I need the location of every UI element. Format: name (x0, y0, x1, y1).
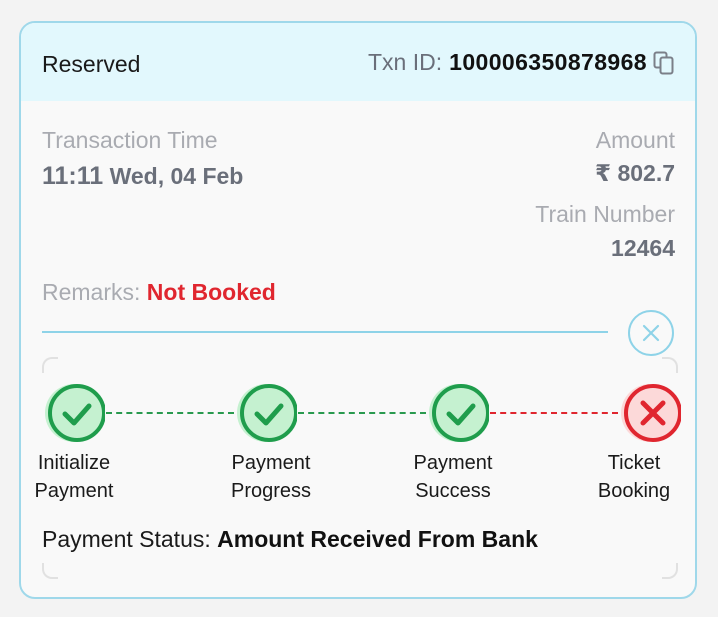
step-label-initialize-payment: Initialize Payment (34, 452, 114, 502)
copy-icon[interactable] (653, 51, 675, 75)
close-button[interactable] (628, 310, 674, 356)
step-label-payment-progress: Payment Progress (230, 452, 312, 502)
booking-status: Reserved (42, 51, 141, 77)
amount-value: ₹ 802.7 (595, 160, 675, 186)
transaction-time-label: Transaction Time (42, 127, 218, 153)
check-circle-icon (429, 384, 489, 442)
remarks-value: Not Booked (146, 279, 276, 305)
txn-id-row: Txn ID: 100006350878968 (368, 49, 675, 76)
payment-status-label: Payment Status: (42, 526, 211, 552)
amount-label: Amount (595, 127, 675, 153)
step-connector (490, 412, 618, 414)
txn-id-value[interactable]: 100006350878968 (449, 49, 647, 76)
train-number-value: 12464 (611, 235, 675, 261)
transaction-time-value: 11:11 Wed, 04 Feb (42, 162, 243, 191)
payment-status: Payment Status: Amount Received From Ban… (42, 526, 538, 553)
close-icon (642, 324, 660, 342)
remarks-label: Remarks: (42, 279, 141, 305)
card-header: Reserved Txn ID: 100006350878968 (21, 23, 695, 101)
remarks-row: Remarks: Not Booked (42, 279, 276, 306)
divider (42, 331, 608, 333)
transaction-card: Reserved Txn ID: 100006350878968 Transac… (19, 21, 697, 599)
payment-status-value: Amount Received From Bank (217, 526, 538, 552)
failed-circle-icon (621, 384, 681, 442)
check-circle-icon (45, 384, 105, 442)
step-connector (298, 412, 426, 414)
txn-id-label: Txn ID: (368, 49, 443, 75)
transaction-time: 11:11 (42, 162, 104, 190)
step-label-ticket-booking: Ticket Booking (597, 452, 671, 502)
step-label-payment-success: Payment Success (413, 452, 493, 502)
transaction-date: Wed, 04 Feb (109, 163, 244, 189)
check-circle-icon (237, 384, 297, 442)
train-number-label: Train Number (535, 201, 675, 227)
step-connector (106, 412, 234, 414)
